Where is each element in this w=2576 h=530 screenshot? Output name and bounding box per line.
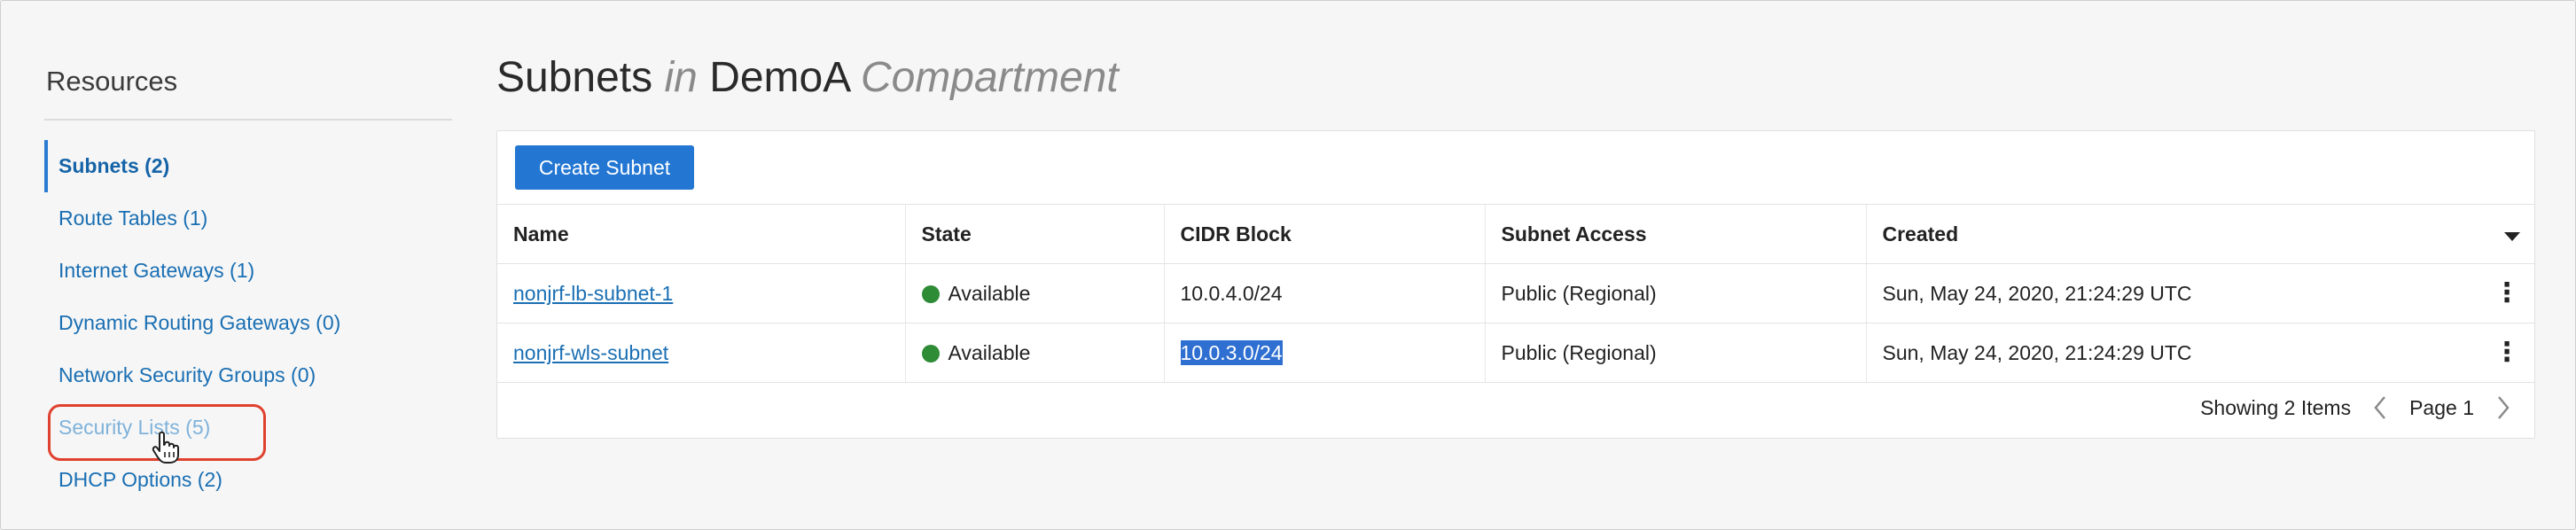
subnets-panel: Create Subnet Name State CIDR Block Subn… [496,130,2535,439]
pagination: Showing 2 Items Page 1 [2200,394,2513,422]
subnet-name-link[interactable]: nonjrf-lb-subnet-1 [513,282,673,305]
title-compartment-name: DemoA [709,54,849,101]
sort-column-cell [2469,204,2534,264]
sidebar-item-dynamic-routing-gateways[interactable]: Dynamic Routing Gateways (0) [44,297,452,349]
create-subnet-button[interactable]: Create Subnet [515,145,694,190]
cidr-cell: 10.0.4.0/24 [1163,263,1485,323]
sidebar-item-network-security-groups[interactable]: Network Security Groups (0) [44,349,452,401]
sidebar-divider [44,119,452,121]
page-title: Subnets in DemoA Compartment [496,51,2535,105]
title-subnets: Subnets [496,54,653,101]
column-header-cidr-block[interactable]: CIDR Block [1163,204,1485,264]
title-in: in [664,54,698,101]
caret-down-icon[interactable] [2504,231,2520,241]
sidebar-item-dhcp-options[interactable]: DHCP Options (2) [44,454,452,506]
sidebar-item-subnets[interactable]: Subnets (2) [44,140,452,192]
table-row: nonjrf-lb-subnet-1 Available 10.0.4.0/24… [497,263,2534,323]
page-number: Page 1 [2409,395,2474,419]
main-content: Subnets in DemoA Compartment Create Subn… [496,51,2535,439]
green-dot-icon [921,284,940,303]
created-cell: Sun, May 24, 2020, 21:24:29 UTC [1865,323,2469,383]
access-cell: Public (Regional) [1484,323,1866,383]
state-text: Available [948,340,1031,364]
column-header-subnet-access[interactable]: Subnet Access [1484,204,1866,264]
selected-cidr-text: 10.0.3.0/24 [1180,339,1283,365]
chevron-left-icon[interactable] [2370,394,2390,422]
showing-items-text: Showing 2 Items [2200,395,2352,419]
sidebar-item-route-tables[interactable]: Route Tables (1) [44,192,452,245]
column-header-created[interactable]: Created [1865,204,2469,264]
title-compartment-word: Compartment [860,54,1119,101]
state-text: Available [948,281,1031,305]
subnets-table: Name State CIDR Block Subnet Access Crea… [497,204,2534,383]
sidebar-item-security-lists[interactable]: Security Lists (5) [44,401,452,454]
state-cell: Available [904,323,1164,383]
resources-heading: Resources [46,66,178,97]
kebab-menu-icon[interactable]: ⋮ [2494,338,2520,367]
chevron-right-icon[interactable] [2494,394,2513,422]
state-cell: Available [904,263,1164,323]
sidebar-item-internet-gateways[interactable]: Internet Gateways (1) [44,245,452,297]
created-cell: Sun, May 24, 2020, 21:24:29 UTC [1865,263,2469,323]
column-header-name[interactable]: Name [497,204,905,264]
subnet-name-link[interactable]: nonjrf-wls-subnet [513,341,668,364]
cidr-cell: 10.0.3.0/24 [1163,323,1485,383]
kebab-menu-icon[interactable]: ⋮ [2494,278,2520,308]
resources-sidebar: Resources Subnets (2) Route Tables (1) I… [44,64,452,506]
column-header-state[interactable]: State [904,204,1164,264]
access-cell: Public (Regional) [1484,263,1866,323]
resources-nav: Subnets (2) Route Tables (1) Internet Ga… [44,140,452,506]
table-row: nonjrf-wls-subnet Available 10.0.3.0/24 … [497,323,2534,383]
green-dot-icon [921,344,940,362]
hand-pointer-icon [152,431,179,464]
table-header-row: Name State CIDR Block Subnet Access Crea… [497,204,2534,264]
